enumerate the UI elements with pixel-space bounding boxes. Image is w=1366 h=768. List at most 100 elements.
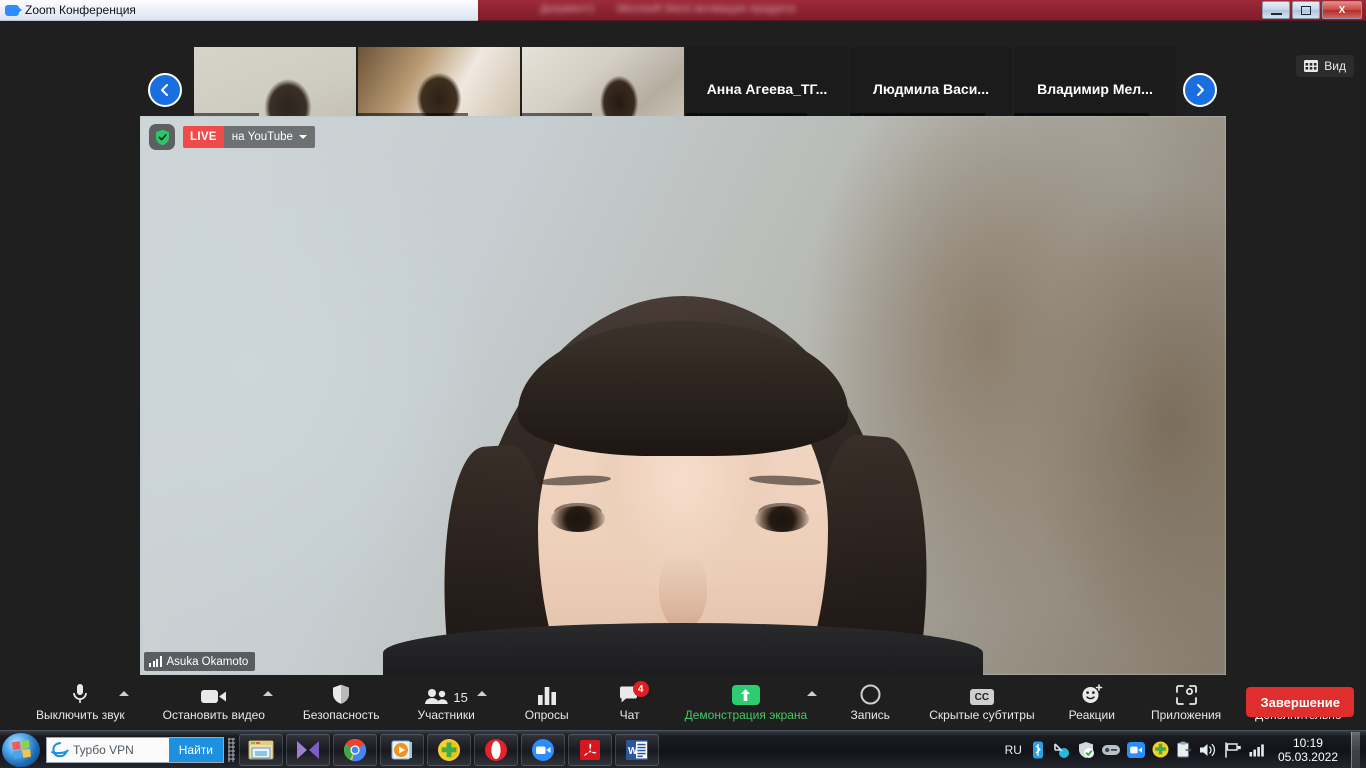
network-icon[interactable] [1052,741,1070,759]
mute-button[interactable]: Выключить звук [30,675,131,730]
security-button[interactable]: Безопасность [297,675,386,730]
filmstrip-prev-button[interactable] [148,73,182,107]
antivirus-button[interactable] [427,733,471,766]
microsoft-word-icon: W [626,739,648,760]
polls-icon [537,683,557,705]
opera-browser-icon [485,738,507,761]
video-options-caret[interactable] [262,691,273,696]
zoom-camera-icon [5,4,22,16]
clipboard-icon[interactable] [1176,741,1192,758]
google-chrome-icon [344,738,367,761]
minimize-button[interactable] [1262,1,1290,19]
flag-icon[interactable] [1224,741,1242,758]
video-player-button[interactable] [380,733,424,766]
share-screen-icon [731,683,760,705]
polls-button[interactable]: Опросы [519,675,575,730]
filmstrip-next-button[interactable] [1183,73,1217,107]
security-shield-icon[interactable] [1077,741,1095,759]
meeting-info-shield-button[interactable] [149,124,175,150]
chevron-left-icon [161,84,168,96]
end-meeting-button[interactable]: Завершение [1246,687,1354,717]
zoom-icon [532,738,554,761]
chat-icon: 4 [619,681,649,705]
grid-view-icon [1304,60,1319,72]
record-icon [860,683,881,705]
cc-icon: CC [969,683,994,705]
subject-shoulders [383,623,983,675]
search-box-value: Турбо VPN [73,742,134,757]
polls-button-label: Опросы [524,708,569,722]
close-icon: X [1338,4,1346,16]
google-chrome-button[interactable] [333,733,377,766]
share-screen-button-label: Демонстрация экрана [684,708,808,722]
clock-time: 10:19 [1292,735,1323,750]
security-button-label: Безопасность [302,708,380,722]
signal-icon[interactable] [1249,742,1267,757]
reactions-icon [1081,683,1103,705]
bluetooth-icon[interactable] [1031,741,1045,759]
reactions-button[interactable]: Реакции [1063,675,1121,730]
windows-start-button[interactable] [2,732,40,767]
tile-center-name: Владимир Мел... [1037,81,1153,97]
live-destination[interactable]: на YouTube [223,126,315,148]
background-window-title-blurred: Документ1 Microsoft Word активация продук… [540,2,830,16]
video-camera-icon [200,683,227,705]
maximize-button[interactable] [1292,1,1320,19]
stop-video-button[interactable]: Остановить видео [157,675,273,730]
language-indicator[interactable]: RU [1005,743,1022,757]
participants-button[interactable]: 15 Участники [411,675,487,730]
view-button[interactable]: Вид [1296,55,1354,77]
chat-button-label: Чат [619,708,640,722]
internet-explorer-icon [49,739,71,761]
audio-bars-icon [149,656,162,667]
meeting-toolbar: Выключить звук Остановить видео Безопасн… [0,675,1366,730]
volume-icon[interactable] [1199,742,1217,758]
video-player-icon [391,740,412,759]
record-button[interactable]: Запись [843,675,897,730]
window-controls: X [1262,1,1362,19]
search-box[interactable]: Турбо VPN Найти [46,736,224,763]
taskbar-clock[interactable]: 10:19 05.03.2022 [1278,736,1338,764]
chevron-right-icon [1197,84,1204,96]
active-speaker-name: Asuka Okamoto [166,655,249,668]
live-stream-indicator: LIVE на YouTube [149,124,315,150]
antivirus-tray-icon[interactable] [1152,741,1169,758]
opera-browser-button[interactable] [474,733,518,766]
stop-video-button-label: Остановить видео [162,708,265,722]
zoom-tray-icon[interactable] [1126,741,1145,758]
zoom-titlebar: Zoom Конференция [0,0,478,21]
antivirus-icon [438,738,460,761]
mute-options-caret[interactable] [118,691,129,696]
view-button-label: Вид [1324,59,1346,73]
live-badge[interactable]: LIVE на YouTube [183,126,315,148]
share-screen-button[interactable]: Демонстрация экрана [679,675,818,730]
toolbar-grip[interactable] [228,737,235,762]
adobe-acrobat-button[interactable] [568,733,612,766]
zoom-window-body: Shima.K Fumie Tamoyama [0,21,1366,730]
zoom-button[interactable] [521,733,565,766]
microphone-icon [72,683,88,705]
show-desktop-button[interactable] [1351,731,1360,768]
apps-icon [1175,683,1197,705]
apps-button-label: Приложения [1150,708,1222,722]
live-label: LIVE [183,126,224,148]
end-meeting-label: Завершение [1260,694,1340,710]
media-player-button[interactable] [286,733,330,766]
participant-filmstrip: Shima.K Fumie Tamoyama [0,21,1366,131]
close-button[interactable]: X [1322,1,1362,19]
share-options-caret[interactable] [807,691,818,696]
closed-captions-button[interactable]: CC Скрытые субтитры [923,675,1040,730]
chevron-down-icon[interactable] [298,135,307,139]
subject-nose [659,554,707,630]
apps-button[interactable]: Приложения [1145,675,1227,730]
participants-options-caret[interactable] [476,691,487,696]
chat-button[interactable]: 4 Чат [603,675,657,730]
active-speaker-video[interactable]: LIVE на YouTube Asuka Okamoto [140,116,1226,675]
search-submit-button[interactable]: Найти [168,737,223,762]
tile-center-name: Людмила Васи... [873,81,989,97]
microsoft-word-button[interactable]: W [615,733,659,766]
shield-check-icon [155,129,169,145]
device-icon[interactable] [1101,743,1120,757]
chat-unread-badge: 4 [632,681,649,697]
file-explorer-button[interactable] [239,733,283,766]
